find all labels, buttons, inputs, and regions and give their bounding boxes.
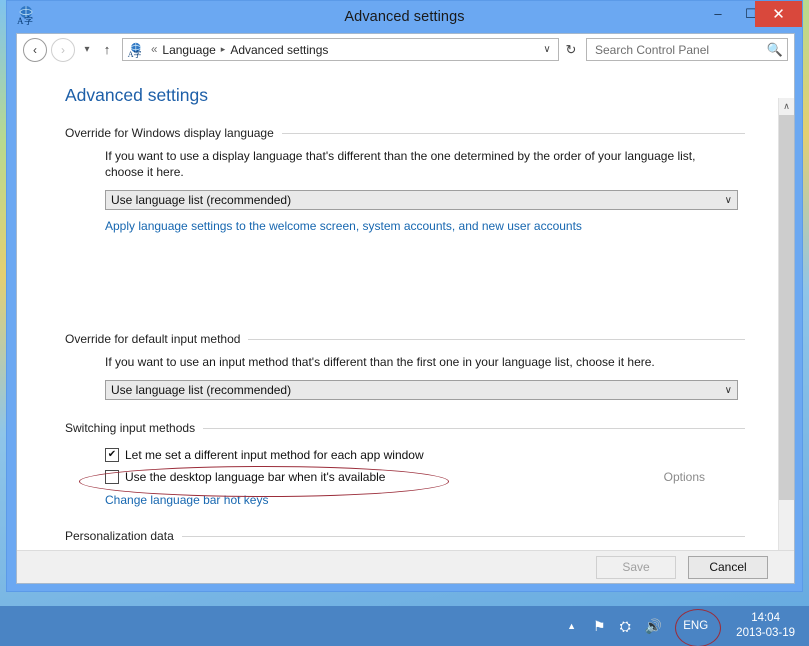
search-box[interactable]: 🔍 bbox=[586, 38, 788, 61]
cancel-button[interactable]: Cancel bbox=[688, 555, 768, 579]
checkbox-row-per-app-input[interactable]: ✔ Let me set a different input method fo… bbox=[105, 448, 745, 462]
language-globe-icon-small: A 字 bbox=[128, 42, 141, 58]
breadcrumb-item-language[interactable]: Language bbox=[162, 43, 215, 57]
checkbox-desktop-language-bar[interactable] bbox=[105, 470, 119, 484]
section-body: If you want to use an input method that'… bbox=[105, 354, 745, 400]
minimize-button[interactable]: – bbox=[702, 1, 734, 25]
arrow-up-icon: ↑ bbox=[103, 42, 111, 57]
desktop-background: A 字 Advanced settings – ☐ ✕ ‹ › ▾ ↑ A 字 … bbox=[0, 0, 809, 646]
clock[interactable]: 14:04 2013-03-19 bbox=[736, 611, 795, 641]
checkbox-per-app-input[interactable]: ✔ bbox=[105, 448, 119, 462]
section-rule bbox=[281, 132, 745, 134]
flag-icon: ⚑ bbox=[593, 617, 606, 634]
section-title: Override for default input method bbox=[65, 332, 241, 346]
back-arrow-icon: ‹ bbox=[33, 42, 37, 57]
scrollbar-thumb[interactable] bbox=[779, 115, 794, 500]
breadcrumb[interactable]: A 字 « Language ▸ Advanced settings ∨ bbox=[122, 38, 559, 61]
chevron-up-icon: ∧ bbox=[783, 101, 790, 111]
forward-arrow-icon: › bbox=[61, 42, 65, 57]
clock-date: 2013-03-19 bbox=[736, 627, 795, 639]
address-bar: ‹ › ▾ ↑ A 字 « Language ▸ Advanced settin… bbox=[17, 34, 794, 66]
window-titlebar[interactable]: A 字 Advanced settings – ☐ ✕ bbox=[7, 1, 802, 33]
chevron-down-icon: ∨ bbox=[724, 194, 732, 206]
section-rule bbox=[248, 338, 745, 340]
settings-scroll-content: Advanced settings Override for Windows d… bbox=[17, 66, 778, 552]
close-button[interactable]: ✕ bbox=[755, 1, 802, 27]
breadcrumb-overflow-icon[interactable]: « bbox=[151, 44, 157, 56]
advanced-settings-window: A 字 Advanced settings – ☐ ✕ ‹ › ▾ ↑ A 字 … bbox=[6, 0, 803, 592]
section-switching-input-methods: Switching input methods ✔ Let me set a d… bbox=[65, 421, 745, 509]
minimize-icon: – bbox=[714, 5, 722, 21]
section-override-display-language: Override for Windows display language If… bbox=[65, 126, 745, 235]
triangle-up-icon: ▲ bbox=[567, 621, 577, 631]
volume-button[interactable]: 🔊 bbox=[645, 613, 662, 639]
show-hidden-icons-button[interactable]: ▲ bbox=[567, 613, 576, 639]
change-language-bar-hotkeys-link[interactable]: Change language bar hot keys bbox=[105, 493, 268, 507]
section-body: ✔ Let me set a different input method fo… bbox=[105, 448, 745, 509]
section-rule bbox=[181, 535, 745, 537]
svg-text:字: 字 bbox=[133, 49, 141, 58]
section-title: Personalization data bbox=[65, 529, 174, 543]
vertical-scrollbar[interactable]: ∧ ∨ bbox=[778, 98, 794, 583]
checkbox-label-per-app-input: Let me set a different input method for … bbox=[125, 448, 424, 462]
section-description: If you want to use a display language th… bbox=[105, 149, 696, 179]
section-header: Override for Windows display language bbox=[65, 126, 745, 140]
section-override-default-input-method: Override for default input method If you… bbox=[65, 332, 745, 400]
dialog-footer: Save Cancel bbox=[17, 550, 794, 583]
breadcrumb-separator-icon[interactable]: ▸ bbox=[221, 44, 226, 55]
checkbox-row-desktop-language-bar[interactable]: Use the desktop language bar when it's a… bbox=[105, 470, 745, 484]
combobox-value: Use language list (recommended) bbox=[111, 193, 292, 207]
section-header: Personalization data bbox=[65, 529, 745, 543]
up-button[interactable]: ↑ bbox=[97, 39, 117, 61]
chevron-down-icon: ∨ bbox=[724, 384, 732, 396]
page-title: Advanced settings bbox=[65, 85, 209, 105]
window-body: ‹ › ▾ ↑ A 字 « Language ▸ Advanced settin… bbox=[16, 33, 795, 584]
section-rule bbox=[203, 427, 745, 429]
content-area: Advanced settings Override for Windows d… bbox=[17, 66, 794, 583]
combobox-value: Use language list (recommended) bbox=[111, 383, 292, 397]
svg-text:字: 字 bbox=[24, 15, 33, 25]
options-button[interactable]: Options bbox=[664, 470, 705, 484]
section-description: If you want to use an input method that'… bbox=[105, 355, 655, 369]
section-header: Override for default input method bbox=[65, 332, 745, 346]
search-input[interactable] bbox=[593, 41, 767, 58]
section-title: Switching input methods bbox=[65, 421, 196, 435]
search-icon[interactable]: 🔍 bbox=[767, 42, 783, 58]
section-body: If you want to use a display language th… bbox=[105, 148, 745, 235]
section-header: Switching input methods bbox=[65, 421, 745, 435]
language-indicator[interactable]: ENG bbox=[675, 609, 722, 646]
breadcrumb-item-current[interactable]: Advanced settings bbox=[230, 43, 328, 57]
refresh-button[interactable]: ↻ bbox=[560, 38, 582, 61]
apply-language-settings-link[interactable]: Apply language settings to the welcome s… bbox=[105, 219, 582, 233]
breadcrumb-dropdown-icon[interactable]: ∨ bbox=[538, 44, 556, 55]
checkbox-label-desktop-language-bar: Use the desktop language bar when it's a… bbox=[125, 470, 386, 484]
window-title: Advanced settings bbox=[344, 9, 465, 25]
save-button[interactable]: Save bbox=[596, 555, 676, 579]
system-tray: ▲ ⚑ ⛭ 🔊 ENG 14:04 2013-03-19 bbox=[560, 606, 809, 646]
network-button[interactable]: ⛭ bbox=[620, 613, 631, 639]
svg-text:A: A bbox=[17, 16, 24, 25]
scroll-up-button[interactable]: ∧ bbox=[779, 98, 794, 115]
chevron-down-icon: ▾ bbox=[84, 44, 90, 55]
recent-locations-button[interactable]: ▾ bbox=[79, 39, 95, 61]
language-indicator-label: ENG bbox=[683, 620, 709, 632]
clock-time: 14:04 bbox=[751, 612, 780, 624]
volume-icon: 🔊 bbox=[644, 617, 663, 634]
section-personalization-data: Personalization data This data is only u… bbox=[65, 529, 745, 552]
section-title: Override for Windows display language bbox=[65, 126, 274, 140]
close-icon: ✕ bbox=[772, 5, 785, 23]
refresh-icon: ↻ bbox=[565, 41, 577, 57]
forward-button[interactable]: › bbox=[51, 37, 75, 62]
language-globe-icon: A 字 bbox=[17, 6, 33, 25]
taskbar: ▲ ⚑ ⛭ 🔊 ENG 14:04 2013-03-19 bbox=[0, 606, 809, 646]
display-language-combobox[interactable]: Use language list (recommended) ∨ bbox=[105, 190, 738, 210]
default-input-method-combobox[interactable]: Use language list (recommended) ∨ bbox=[105, 380, 738, 400]
action-center-button[interactable]: ⚑ bbox=[593, 613, 606, 639]
network-icon: ⛭ bbox=[619, 617, 631, 634]
back-button[interactable]: ‹ bbox=[23, 37, 47, 62]
